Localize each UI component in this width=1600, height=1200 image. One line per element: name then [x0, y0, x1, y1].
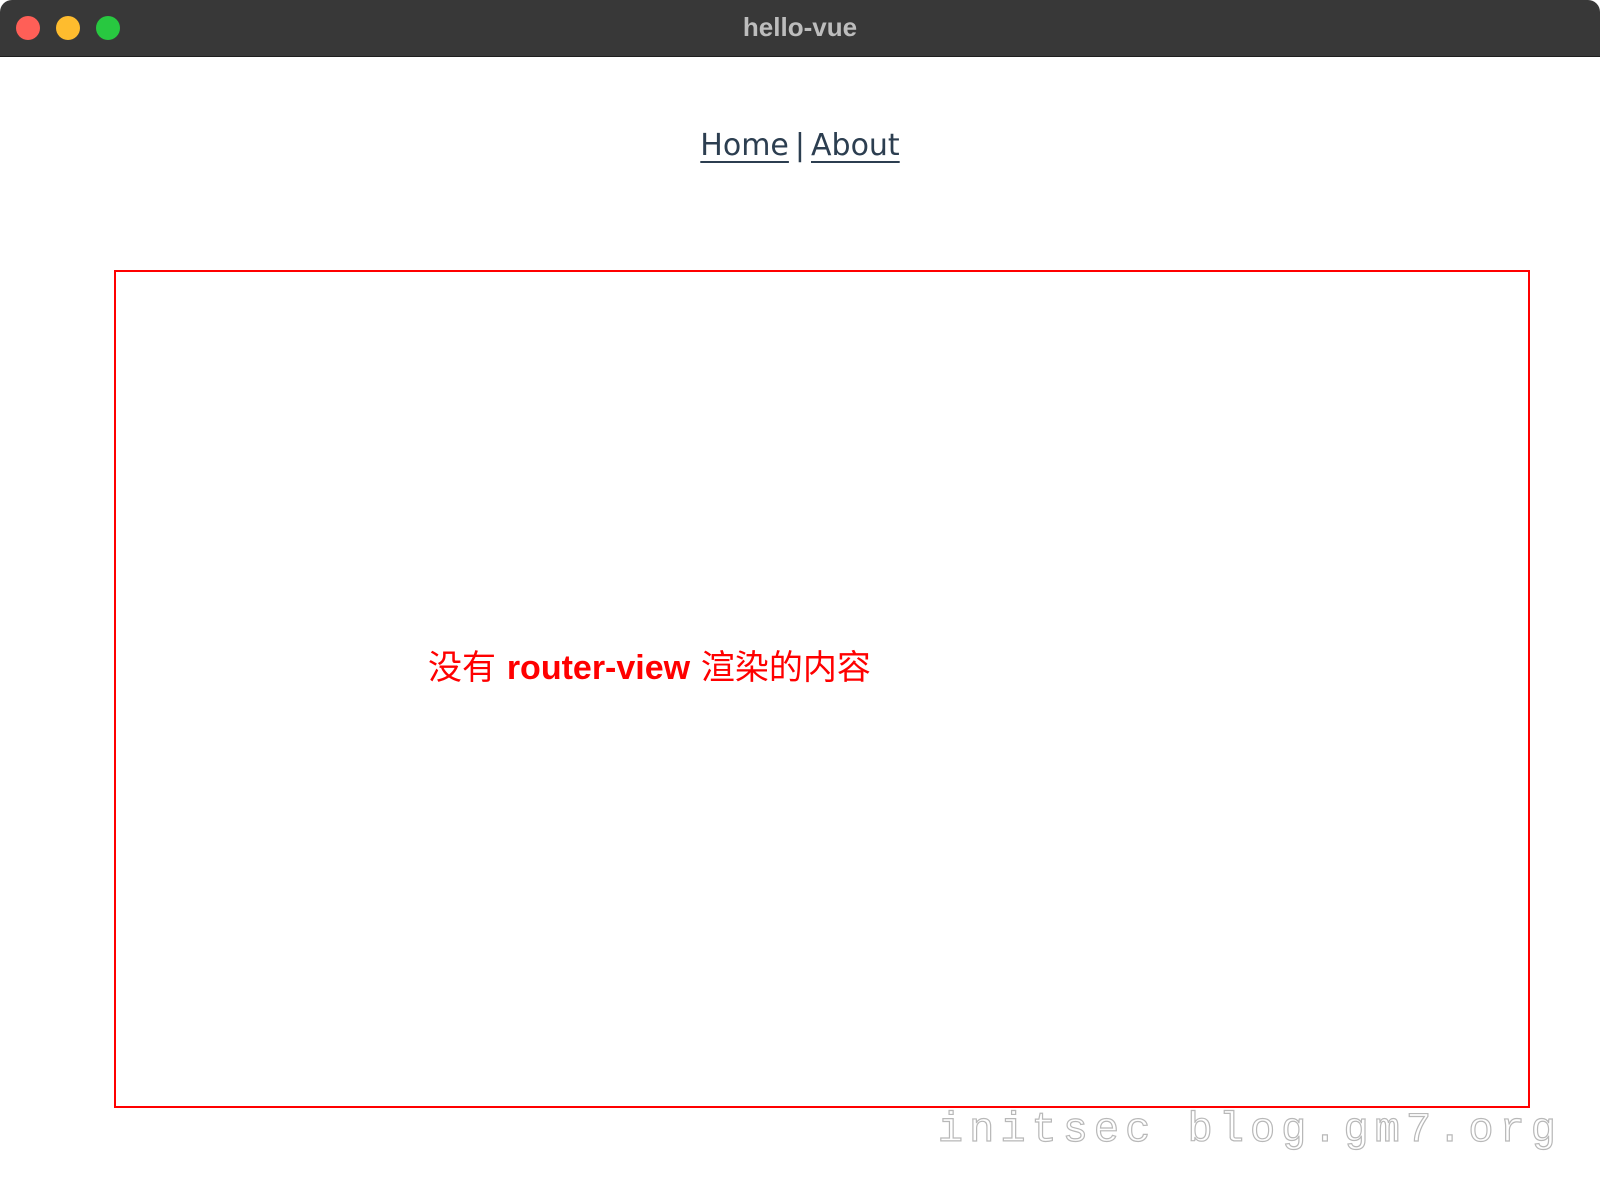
app-window: hello-vue Home | About 没有 router-view 渲染的内…	[0, 0, 1600, 1200]
nav-bar: Home | About	[0, 128, 1600, 163]
nav-separator: |	[794, 128, 805, 163]
nav-link-about[interactable]: About	[811, 128, 900, 163]
title-bar[interactable]: hello-vue	[0, 0, 1600, 57]
window-title: hello-vue	[742, 12, 858, 42]
placeholder-message: 没有 router-view 渲染的内容	[428, 640, 871, 689]
watermark-text: initsec blog.gm7.org	[937, 1105, 1562, 1154]
content-frame: 没有 router-view 渲染的内容	[114, 270, 1530, 1108]
placeholder-prefix: 没有	[428, 648, 507, 688]
placeholder-suffix: 渲染的内容	[690, 648, 871, 688]
placeholder-highlight: router-view	[506, 649, 691, 687]
nav-link-home[interactable]: Home	[700, 128, 789, 163]
